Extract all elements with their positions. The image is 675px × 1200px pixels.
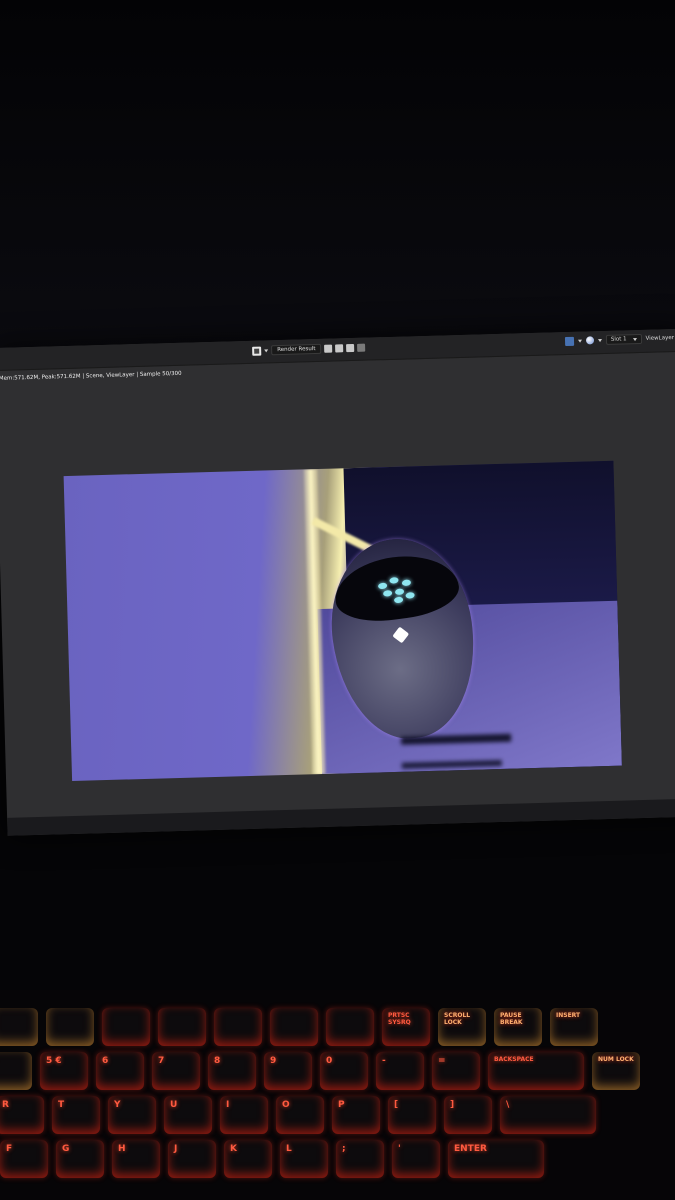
new-image-icon[interactable] (335, 344, 344, 353)
key[interactable] (0, 1008, 38, 1046)
key[interactable]: P (332, 1096, 380, 1134)
key[interactable]: O (276, 1096, 324, 1134)
key[interactable]: \ (500, 1096, 596, 1134)
key[interactable]: = (432, 1052, 480, 1090)
viewport-icon[interactable] (564, 336, 574, 346)
key[interactable] (326, 1008, 374, 1046)
key[interactable]: G (56, 1140, 104, 1178)
close-icon[interactable] (357, 343, 366, 352)
key[interactable] (46, 1008, 94, 1046)
eye-dot (393, 596, 404, 604)
image-browse-icon[interactable] (252, 346, 262, 356)
render-sphere-icon[interactable] (585, 336, 594, 345)
slot-label: Slot 1 (610, 336, 627, 343)
key[interactable]: I (220, 1096, 268, 1134)
key[interactable]: Y (108, 1096, 156, 1134)
view-layer-label[interactable]: ViewLayer (646, 335, 675, 342)
key[interactable] (270, 1008, 318, 1046)
chevron-down-icon (632, 337, 637, 341)
key[interactable]: [ (388, 1096, 436, 1134)
dark-room-background (0, 0, 675, 360)
key[interactable]: H (112, 1140, 160, 1178)
chevron-down-icon[interactable] (577, 339, 582, 343)
key[interactable]: 0 (320, 1052, 368, 1090)
key[interactable]: 5 € (40, 1052, 88, 1090)
eye-dot (377, 582, 388, 590)
key[interactable]: J (168, 1140, 216, 1178)
key[interactable]: U (164, 1096, 212, 1134)
key-enter[interactable]: ENTER (448, 1140, 544, 1178)
keyboard-row-home: F G H J K L ; ' ENTER (0, 1140, 544, 1180)
eye-dot (389, 576, 399, 584)
key[interactable] (158, 1008, 206, 1046)
image-selector: Render Result (252, 343, 366, 356)
key[interactable]: PRTSC SYSRQ (382, 1008, 430, 1046)
blender-image-editor: Render Result Slot 1 ViewLayer Mem:571.6… (0, 328, 675, 836)
header-right-controls: Slot 1 ViewLayer (564, 333, 675, 346)
key[interactable]: ; (336, 1140, 384, 1178)
eye-dot (405, 591, 415, 599)
eye-dot (382, 589, 393, 597)
backlit-keyboard: PRTSC SYSRQ SCROLL LOCK PAUSE BREAK INSE… (0, 990, 675, 1200)
render-result-image (63, 460, 622, 781)
render-status-text: Mem:571.62M, Peak:571.62M | Scene, ViewL… (0, 370, 182, 382)
key[interactable]: 7 (152, 1052, 200, 1090)
key[interactable]: ' (392, 1140, 440, 1178)
key[interactable]: L (280, 1140, 328, 1178)
key[interactable]: SCROLL LOCK (438, 1008, 486, 1046)
key[interactable]: 8 (208, 1052, 256, 1090)
key[interactable]: 9 (264, 1052, 312, 1090)
key[interactable]: T (52, 1096, 100, 1134)
chevron-down-icon[interactable] (264, 348, 269, 352)
key[interactable]: ] (444, 1096, 492, 1134)
key[interactable]: PAUSE BREAK (494, 1008, 542, 1046)
key[interactable] (102, 1008, 150, 1046)
key[interactable]: 6 (96, 1052, 144, 1090)
keyboard-row-fn: PRTSC SYSRQ SCROLL LOCK PAUSE BREAK INSE… (0, 1008, 598, 1048)
screen-bezel-bottom (7, 798, 675, 836)
keyboard-row-numbers: 4 5 € 6 7 8 9 0 - = BACKSPACE NUM LOCK (0, 1052, 640, 1092)
key[interactable]: INSERT (550, 1008, 598, 1046)
open-image-icon[interactable] (346, 343, 355, 353)
key-backspace[interactable]: BACKSPACE (488, 1052, 584, 1090)
eye-dot (401, 579, 412, 587)
key[interactable]: - (376, 1052, 424, 1090)
key[interactable]: 4 (0, 1052, 32, 1090)
eye-dot (394, 588, 405, 596)
slot-dropdown[interactable]: Slot 1 (605, 333, 642, 345)
key[interactable]: R (0, 1096, 44, 1134)
robot-emblem (392, 626, 410, 644)
key[interactable] (214, 1008, 262, 1046)
keyboard-row-qwerty: R T Y U I O P [ ] \ (0, 1096, 596, 1136)
key[interactable]: K (224, 1140, 272, 1178)
key[interactable]: F (0, 1140, 48, 1178)
chevron-down-icon[interactable] (597, 338, 602, 342)
image-name-field[interactable]: Render Result (271, 343, 322, 356)
key-numlock[interactable]: NUM LOCK (592, 1052, 640, 1090)
robot-eyes (373, 574, 427, 610)
fake-user-icon[interactable] (324, 344, 333, 353)
